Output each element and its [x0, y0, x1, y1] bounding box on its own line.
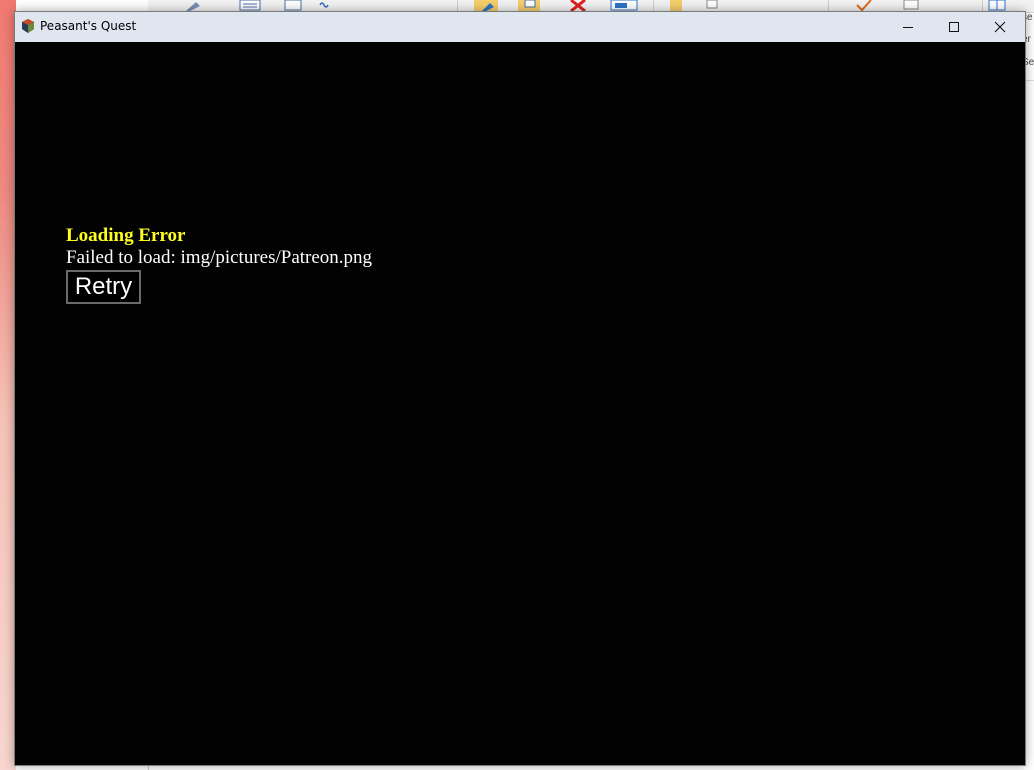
error-message: Failed to load: img/pictures/Patreon.png [66, 247, 373, 268]
delete-icon [570, 0, 586, 11]
retry-button[interactable]: Retry [66, 270, 141, 304]
pin-icon [186, 2, 200, 11]
close-button[interactable] [977, 12, 1023, 42]
new-folder-icon [670, 0, 682, 11]
page-icon [284, 0, 302, 11]
game-canvas[interactable]: Loading Error Failed to load: img/pictur… [15, 42, 1025, 765]
new-item-icon [706, 0, 718, 9]
window-titlebar[interactable]: Peasant's Quest [15, 12, 1025, 42]
view-icon [988, 0, 1006, 11]
close-icon [994, 21, 1006, 33]
rename-icon [610, 0, 638, 11]
properties-icon [903, 0, 919, 10]
app-icon [22, 19, 34, 33]
window-title: Peasant's Quest [40, 19, 137, 33]
maximize-icon [949, 22, 959, 32]
minimize-icon [903, 27, 913, 28]
error-title: Loading Error [66, 225, 186, 246]
game-window: Peasant's Quest Loading Error Failed to … [14, 11, 1026, 766]
folder-copy-icon [518, 0, 540, 11]
maximize-button[interactable] [931, 12, 977, 42]
folder-edit-icon [474, 0, 498, 11]
link-icon [319, 2, 329, 8]
minimize-button[interactable] [885, 12, 931, 42]
document-icon [239, 0, 261, 11]
checkmark-icon [856, 0, 872, 11]
